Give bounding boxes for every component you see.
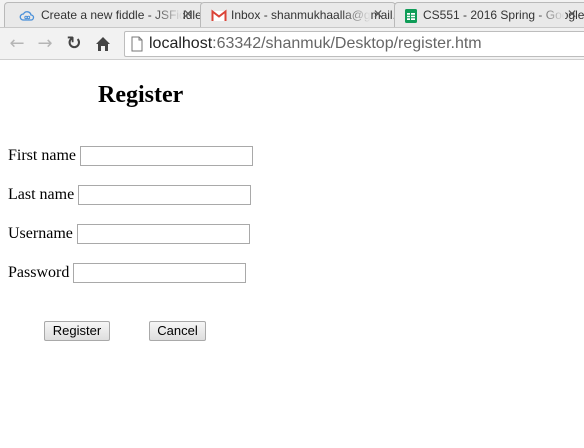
password-input[interactable] — [73, 263, 246, 283]
url-host: localhost — [149, 35, 213, 52]
address-bar[interactable]: localhost:63342/shanmuk/Desktop/register… — [124, 31, 584, 57]
page-title: Register — [98, 82, 184, 108]
back-arrow-icon[interactable]: ← — [6, 33, 28, 55]
tab-strip: Create a new fiddle - JSFiddle ✕ Inbox -… — [0, 0, 584, 28]
username-label: Username — [8, 225, 73, 242]
username-input[interactable] — [77, 224, 250, 244]
close-icon[interactable]: ✕ — [567, 7, 577, 21]
sheets-icon — [403, 8, 419, 24]
first-name-label: First name — [8, 147, 76, 164]
url-text: localhost:63342/shanmuk/Desktop/register… — [149, 35, 482, 53]
last-name-label: Last name — [8, 186, 75, 203]
gmail-icon — [211, 8, 227, 24]
last-name-input[interactable] — [78, 185, 251, 205]
password-label: Password — [8, 264, 70, 281]
reload-icon[interactable]: ↻ — [63, 33, 85, 55]
first-name-input[interactable] — [80, 146, 253, 166]
home-icon[interactable] — [92, 33, 114, 55]
tab-gmail[interactable]: Inbox - shanmukhaalla@gmail.com ✕ — [200, 2, 396, 27]
close-icon[interactable]: ✕ — [183, 7, 193, 21]
tab-title: Inbox - shanmukhaalla@gmail.com — [231, 8, 396, 22]
cancel-button[interactable]: Cancel — [149, 321, 206, 341]
page-icon — [131, 36, 143, 52]
tab-jsfiddle[interactable]: Create a new fiddle - JSFiddle ✕ — [4, 2, 204, 27]
tab-sheets[interactable]: CS551 - 2016 Spring - Google Sheets ✕ — [394, 2, 584, 27]
register-button[interactable]: Register — [44, 321, 110, 341]
forward-arrow-icon[interactable]: → — [34, 33, 56, 55]
cloud-icon — [19, 8, 35, 24]
close-icon[interactable]: ✕ — [373, 7, 383, 21]
url-path: :63342/shanmuk/Desktop/register.htm — [212, 35, 482, 52]
browser-toolbar: ← → ↻ localhost:63342/shanmuk/Desktop/re… — [0, 28, 584, 60]
